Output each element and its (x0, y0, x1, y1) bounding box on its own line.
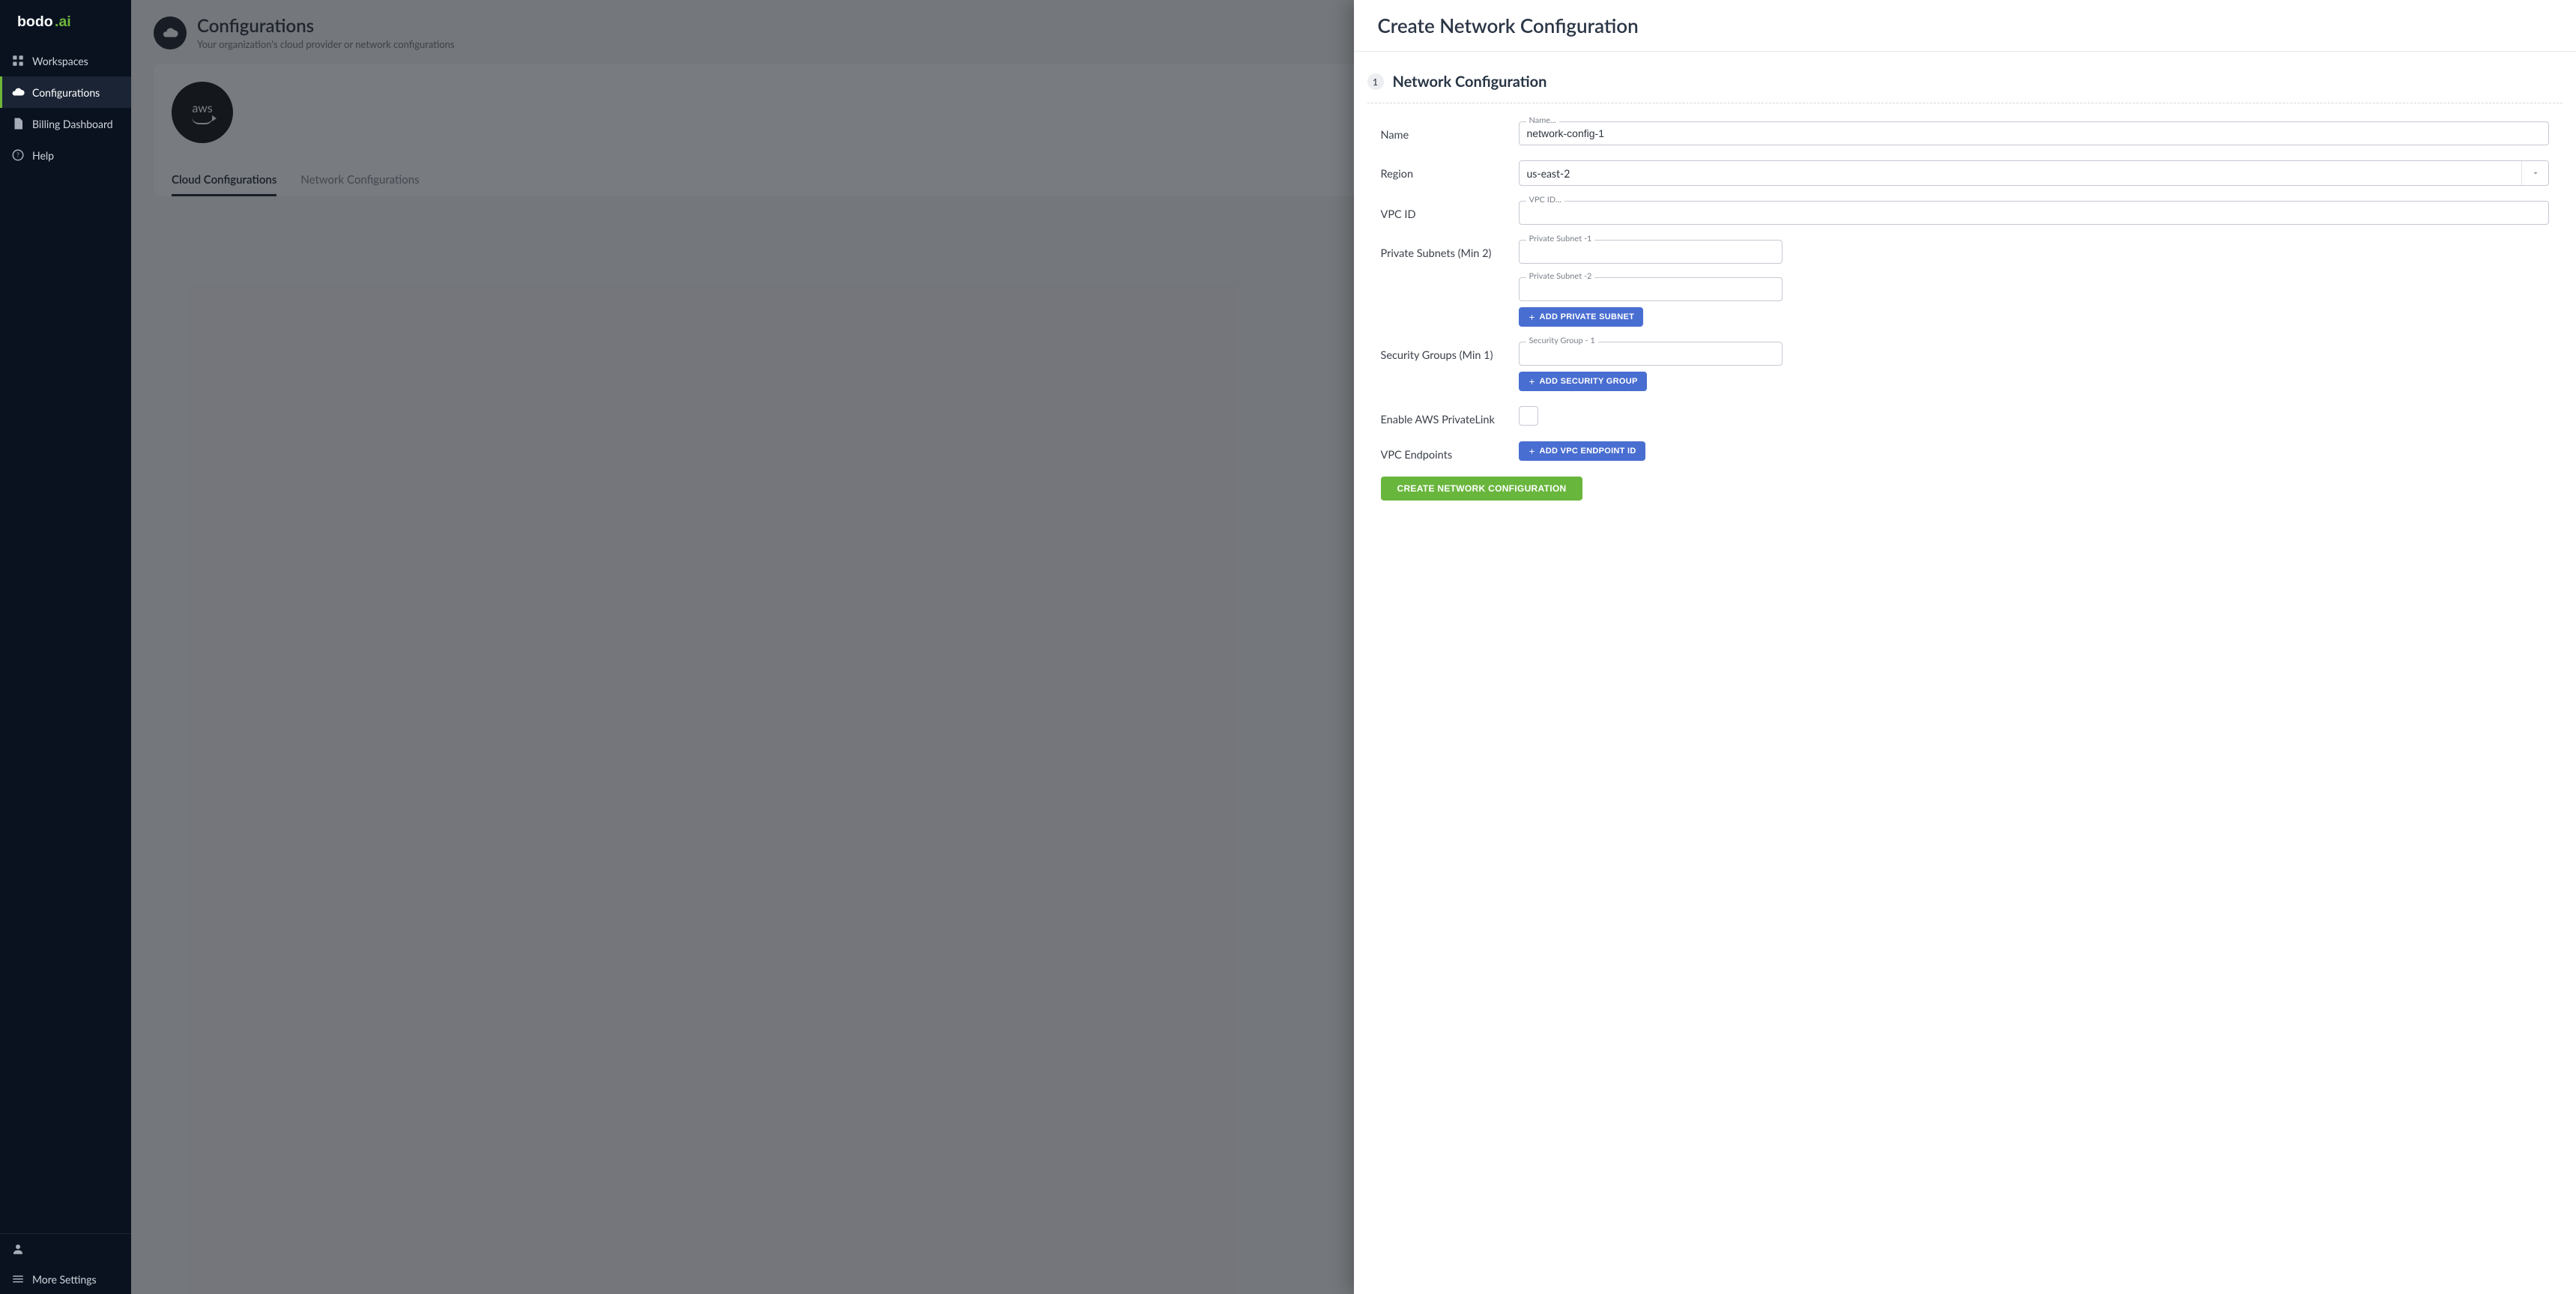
sg-1-legend: Security Group - 1 (1526, 336, 1598, 345)
sidebar-item-account[interactable] (0, 1234, 131, 1264)
add-security-group-button[interactable]: Add Security Group (1519, 372, 1647, 391)
menu-icon (11, 1272, 25, 1286)
vpc-id-input[interactable] (1519, 201, 2550, 225)
vpc-id-label: VPC ID (1381, 201, 1519, 225)
network-config-form: Name Name... Region us-east-2 (1354, 121, 2576, 530)
sidebar-item-help[interactable]: ? Help (0, 139, 131, 171)
sidebar-label: More Settings (32, 1273, 97, 1286)
region-value: us-east-2 (1527, 167, 1570, 180)
billing-icon (11, 117, 25, 130)
name-legend: Name... (1526, 115, 1559, 125)
add-subnet-button[interactable]: Add Private Subnet (1519, 307, 1644, 327)
user-icon (11, 1242, 25, 1256)
sidebar-nav: Workspaces Configurations Billing Dashbo… (0, 45, 131, 1233)
sidebar-label: Help (32, 149, 54, 162)
privatelink-checkbox[interactable] (1519, 406, 1538, 426)
main-area: Configurations Your organization's cloud… (131, 0, 2576, 1294)
name-input[interactable] (1519, 121, 2550, 145)
name-label: Name (1381, 121, 1519, 145)
create-network-panel: Create Network Configuration 1 Network C… (1354, 0, 2576, 1294)
svg-text:?: ? (16, 151, 19, 159)
chevron-down-icon (2521, 161, 2548, 185)
subnet-2-legend: Private Subnet -2 (1526, 271, 1595, 281)
sidebar-item-configurations[interactable]: Configurations (0, 76, 131, 108)
region-label: Region (1381, 160, 1519, 186)
sidebar-label: Workspaces (32, 55, 88, 67)
svg-text:bodo: bodo (17, 13, 53, 30)
sidebar-item-more-settings[interactable]: More Settings (0, 1264, 131, 1294)
cloud-icon (11, 85, 25, 99)
step-number: 1 (1367, 73, 1384, 90)
plus-icon (1528, 313, 1536, 321)
sidebar-bottom: More Settings (0, 1233, 131, 1294)
panel-title: Create Network Configuration (1354, 0, 2576, 51)
sidebar-label: Billing Dashboard (32, 118, 113, 130)
svg-text:.ai: .ai (55, 13, 71, 30)
sidebar-label: Configurations (32, 86, 100, 99)
vpc-endpoints-label: VPC Endpoints (1381, 441, 1519, 462)
vpc-id-legend: VPC ID... (1526, 195, 1564, 205)
subnet-1-legend: Private Subnet -1 (1526, 234, 1595, 244)
security-groups-label: Security Groups (Min 1) (1381, 342, 1519, 391)
step-title: Network Configuration (1393, 73, 1547, 91)
step-header: 1 Network Configuration (1354, 73, 2576, 98)
sidebar-item-billing[interactable]: Billing Dashboard (0, 108, 131, 139)
subnets-label: Private Subnets (Min 2) (1381, 240, 1519, 327)
add-vpc-endpoint-button[interactable]: Add VPC Endpoint ID (1519, 441, 1645, 461)
help-icon: ? (11, 148, 25, 162)
create-network-config-button[interactable]: Create Network Configuration (1381, 477, 1583, 501)
plus-icon (1528, 378, 1536, 386)
workspaces-icon (11, 54, 25, 67)
sidebar: bodo .ai Workspaces Configurations Billi… (0, 0, 131, 1294)
region-select[interactable]: us-east-2 (1519, 160, 2550, 186)
privatelink-label: Enable AWS PrivateLink (1381, 406, 1519, 426)
brand-logo: bodo .ai (0, 0, 131, 45)
plus-icon (1528, 447, 1536, 456)
sidebar-item-workspaces[interactable]: Workspaces (0, 45, 131, 76)
